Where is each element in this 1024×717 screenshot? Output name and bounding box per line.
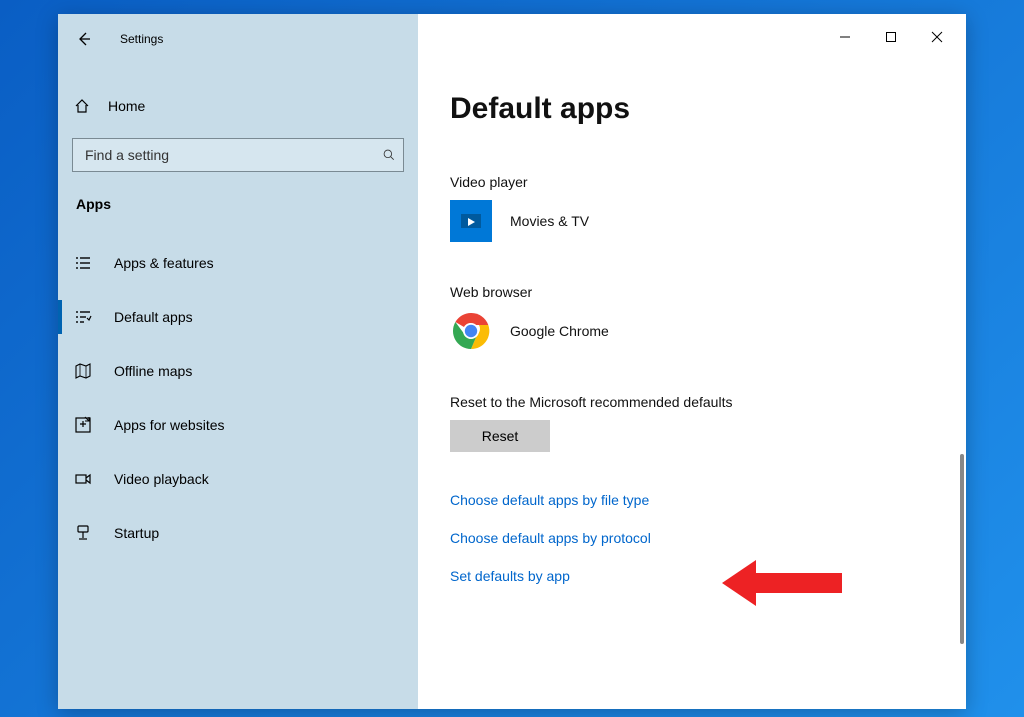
nav-apps-websites[interactable]: Apps for websites [58, 402, 418, 448]
home-nav[interactable]: Home [58, 76, 418, 124]
offline-maps-icon [74, 362, 92, 380]
nav-offline-maps[interactable]: Offline maps [58, 348, 418, 394]
home-label: Home [108, 98, 145, 114]
web-browser-app-tile[interactable]: Google Chrome [450, 310, 966, 352]
apps-features-icon [74, 254, 92, 272]
link-by-protocol[interactable]: Choose default apps by protocol [450, 530, 966, 546]
links-section: Choose default apps by file type Choose … [450, 492, 966, 584]
link-by-file-type[interactable]: Choose default apps by file type [450, 492, 966, 508]
main-content: Default apps Video player Movies & TV We… [418, 14, 966, 709]
reset-button[interactable]: Reset [450, 420, 550, 452]
nav-startup[interactable]: Startup [58, 510, 418, 556]
nav-item-label: Offline maps [114, 363, 192, 379]
nav-list: Apps & features Default apps Offline map… [58, 240, 418, 564]
nav-video-playback[interactable]: Video playback [58, 456, 418, 502]
close-button[interactable] [914, 22, 960, 52]
search-input[interactable] [85, 147, 382, 163]
titlebar-left: Settings [58, 22, 418, 56]
annotation-arrow-icon [722, 554, 842, 612]
scrollbar-thumb[interactable] [960, 454, 964, 644]
nav-item-label: Startup [114, 525, 159, 541]
apps-websites-icon [74, 416, 92, 434]
startup-icon [74, 524, 92, 542]
reset-caption: Reset to the Microsoft recommended defau… [450, 394, 966, 410]
video-playback-icon [74, 470, 92, 488]
minimize-button[interactable] [822, 22, 868, 52]
nav-default-apps[interactable]: Default apps [58, 294, 418, 340]
nav-item-label: Apps & features [114, 255, 214, 271]
nav-item-label: Video playback [114, 471, 209, 487]
search-icon [382, 148, 395, 162]
window-controls [822, 22, 960, 52]
web-browser-label: Web browser [450, 284, 966, 300]
link-by-app[interactable]: Set defaults by app [450, 568, 966, 584]
search-input-container[interactable] [72, 138, 404, 172]
video-player-label: Video player [450, 174, 966, 190]
default-apps-icon [74, 308, 92, 326]
home-icon [74, 98, 90, 114]
nav-apps-features[interactable]: Apps & features [58, 240, 418, 286]
video-player-app-name: Movies & TV [510, 213, 589, 229]
back-arrow-icon[interactable] [76, 31, 92, 47]
category-heading: Apps [58, 172, 418, 222]
chrome-icon [450, 310, 492, 352]
web-browser-app-name: Google Chrome [510, 323, 609, 339]
settings-title: Settings [120, 32, 163, 46]
sidebar: Settings Home Apps Apps & features [58, 14, 418, 709]
video-player-app-tile[interactable]: Movies & TV [450, 200, 966, 242]
movies-tv-icon [450, 200, 492, 242]
nav-item-label: Default apps [114, 309, 193, 325]
maximize-button[interactable] [868, 22, 914, 52]
nav-item-label: Apps for websites [114, 417, 225, 433]
